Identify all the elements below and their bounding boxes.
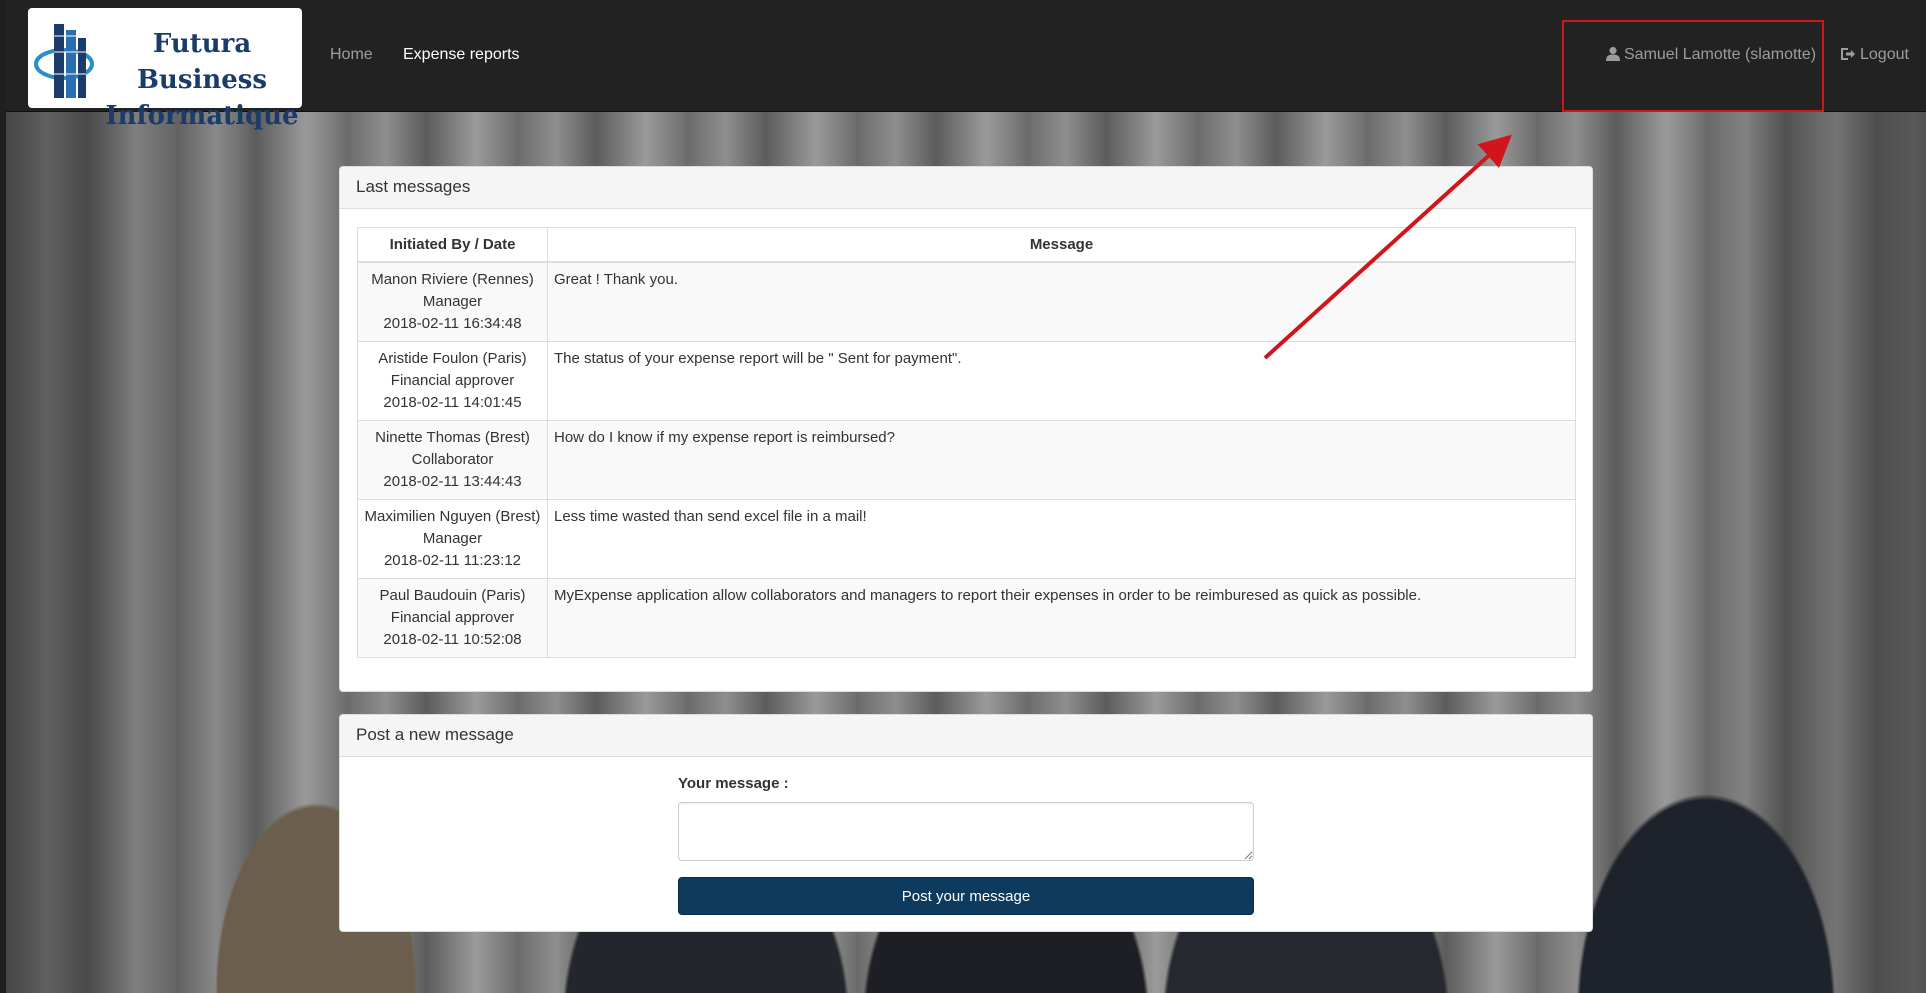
column-header-initiated-by: Initiated By / Date: [357, 227, 548, 263]
author-name: Aristide Foulon (Paris): [378, 350, 527, 367]
table-row: Maximilien Nguyen (Brest) Manager 2018-0…: [357, 499, 1576, 579]
logout-icon: [1841, 48, 1855, 60]
last-messages-title: Last messages: [340, 167, 1592, 209]
message-cell: MyExpense application allow collaborator…: [547, 578, 1576, 658]
brand-logo[interactable]: Futura Business Informatique: [28, 8, 302, 131]
brand-line-1: Futura Business: [136, 29, 268, 95]
table-row: Manon Riviere (Rennes) Manager 2018-02-1…: [357, 261, 1576, 342]
author-role: Collaborator: [411, 451, 494, 468]
initiated-by-cell: Aristide Foulon (Paris) Financial approv…: [357, 341, 548, 421]
author-role: Manager: [422, 530, 483, 547]
post-message-button[interactable]: Post your message: [678, 877, 1254, 915]
brand-line-2: Informatique: [105, 101, 299, 131]
user-icon: [1606, 46, 1620, 61]
annotation-highlight-box: [1562, 20, 1824, 112]
author-role: Financial approver: [390, 609, 515, 626]
message-cell: Less time wasted than send excel file in…: [547, 499, 1576, 579]
message-textarea[interactable]: [678, 802, 1254, 861]
message-date: 2018-02-11 10:52:08: [383, 631, 522, 648]
message-date: 2018-02-11 11:23:12: [383, 552, 522, 569]
author-name: Ninette Thomas (Brest): [375, 429, 530, 446]
building-logo-icon: [34, 24, 94, 98]
initiated-by-cell: Manon Riviere (Rennes) Manager 2018-02-1…: [357, 261, 548, 342]
last-messages-panel: Last messages Initiated By / Date Messag…: [339, 166, 1593, 692]
messages-table: Initiated By / Date Message Manon Rivier…: [357, 227, 1576, 658]
initiated-by-cell: Maximilien Nguyen (Brest) Manager 2018-0…: [357, 499, 548, 579]
message-field-label: Your message :: [678, 775, 789, 792]
column-header-message: Message: [547, 227, 1576, 263]
initiated-by-cell: Ninette Thomas (Brest) Collaborator 2018…: [357, 420, 548, 500]
message-cell: How do I know if my expense report is re…: [547, 420, 1576, 500]
post-message-panel: Post a new message Your message : Post y…: [339, 714, 1593, 932]
author-name: Paul Baudouin (Paris): [379, 587, 526, 604]
table-row: Ninette Thomas (Brest) Collaborator 2018…: [357, 420, 1576, 500]
message-cell: Great ! Thank you.: [547, 261, 1576, 342]
table-header-row: Initiated By / Date Message: [357, 227, 1576, 263]
table-row: Aristide Foulon (Paris) Financial approv…: [357, 341, 1576, 421]
message-date: 2018-02-11 13:44:43: [383, 473, 522, 490]
table-row: Paul Baudouin (Paris) Financial approver…: [357, 578, 1576, 658]
post-message-title: Post a new message: [340, 715, 1592, 757]
user-profile-link[interactable]: Samuel Lamotte (slamotte): [1606, 46, 1816, 64]
nav-expense-reports[interactable]: Expense reports: [403, 46, 520, 64]
author-role: Manager: [422, 293, 483, 310]
author-role: Financial approver: [390, 372, 515, 389]
message-date: 2018-02-11 14:01:45: [383, 394, 522, 411]
author-name: Manon Riviere (Rennes): [371, 271, 534, 288]
message-cell: The status of your expense report will b…: [547, 341, 1576, 421]
user-name: Samuel Lamotte (slamotte): [1624, 46, 1817, 63]
author-name: Maximilien Nguyen (Brest): [364, 508, 541, 525]
logout-link[interactable]: Logout: [1840, 46, 1909, 64]
nav-home[interactable]: Home: [330, 46, 373, 64]
initiated-by-cell: Paul Baudouin (Paris) Financial approver…: [357, 578, 548, 658]
brand-name: Futura Business Informatique: [104, 26, 300, 134]
message-date: 2018-02-11 16:34:48: [383, 315, 522, 332]
logout-label: Logout: [1860, 46, 1909, 63]
